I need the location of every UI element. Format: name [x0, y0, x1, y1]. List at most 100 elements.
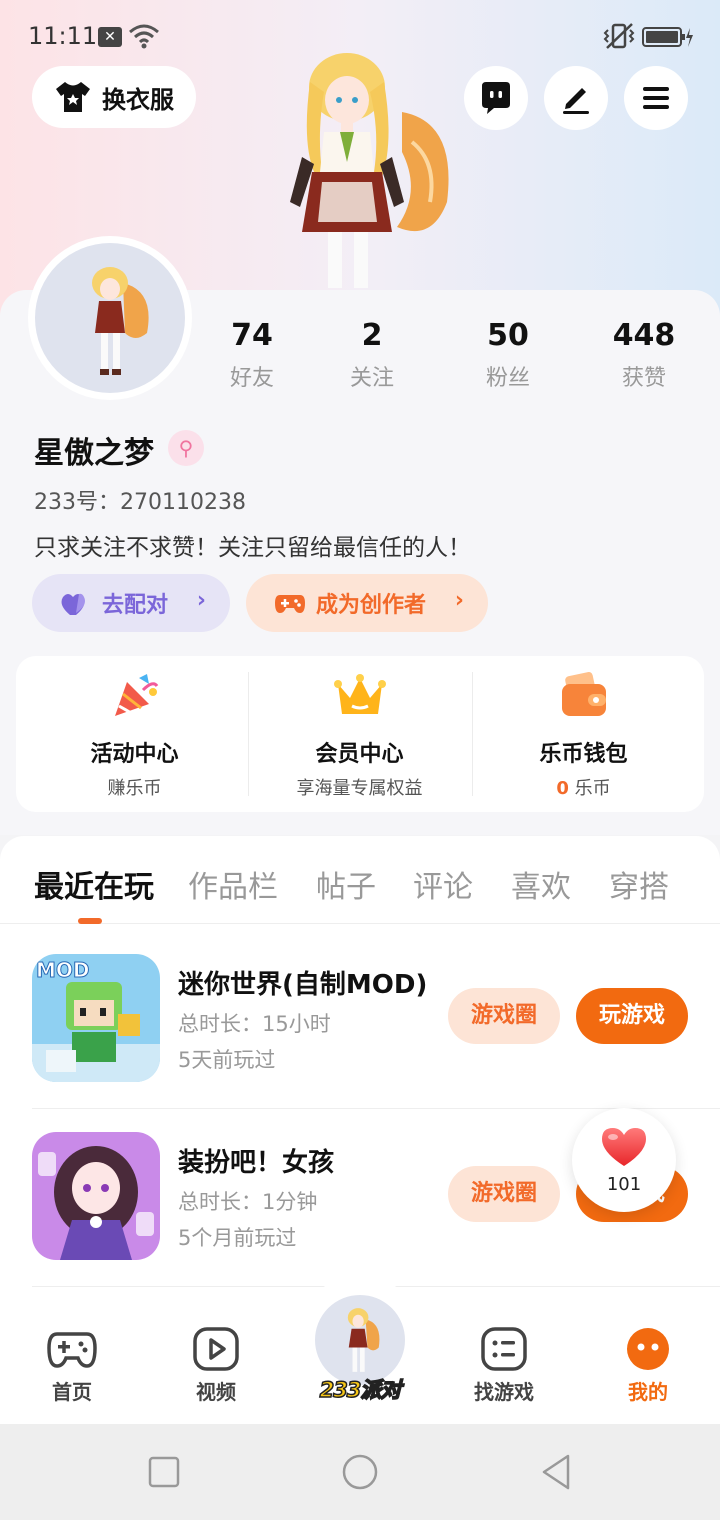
change-outfit-button[interactable]: 换衣服: [32, 66, 196, 128]
active-tab-indicator: [78, 918, 102, 924]
coin-balance: 0: [556, 778, 569, 799]
vip-center-title: 会员中心: [315, 742, 404, 767]
status-time: 11:11: [28, 22, 98, 50]
party-popper-icon: [115, 674, 159, 716]
crown-icon: [334, 674, 386, 714]
activity-center-entry[interactable]: 活动中心 赚乐币: [20, 656, 249, 812]
stat-label: 获赞: [621, 366, 666, 391]
tab-posts[interactable]: 帖子: [316, 862, 376, 906]
nav-find-games-label: 找游戏: [474, 1380, 534, 1404]
user-id: 233号：270110238: [34, 490, 246, 515]
become-creator-button[interactable]: 成为创作者 ›: [246, 574, 488, 632]
back-triangle-icon[interactable]: [536, 1452, 576, 1492]
activity-center-title: 活动中心: [90, 742, 179, 767]
chat-button[interactable]: [464, 66, 528, 130]
chevron-right-icon: ›: [196, 588, 206, 613]
party-label[interactable]: 233派对: [312, 1374, 408, 1404]
nav-me[interactable]: 我的: [598, 1318, 698, 1408]
female-gender-icon: ⚲: [168, 430, 204, 466]
nav-me-label: 我的: [628, 1380, 668, 1404]
tab-recently-played[interactable]: 最近在玩: [34, 862, 154, 906]
game-list-icon: [481, 1327, 527, 1371]
wifi-icon: [129, 24, 159, 49]
tab-works[interactable]: 作品栏: [188, 862, 278, 906]
stat-value: 2: [361, 318, 383, 353]
quick-entry-card: 活动中心 赚乐币 会员中心 享海量专属权益 乐币钱包 0 乐币: [16, 656, 704, 812]
party-avatar-figure: [347, 1308, 380, 1372]
edit-profile-button[interactable]: [544, 66, 608, 130]
change-outfit-label: 换衣服: [102, 85, 174, 114]
tshirt-icon: [56, 82, 90, 112]
coin-unit: 乐币: [574, 778, 611, 799]
edit-pen-icon: [563, 88, 589, 114]
stat-likes[interactable]: 448 获赞: [584, 316, 704, 392]
game-total-time: 总时长：15小时: [178, 1012, 331, 1036]
vip-center-entry[interactable]: 会员中心 享海量专属权益: [245, 656, 474, 812]
heart-icon: [602, 1128, 646, 1166]
game-circle-button[interactable]: 游戏圈: [448, 1166, 560, 1222]
avatar-image: [35, 243, 185, 393]
stat-fans[interactable]: 50 粉丝: [448, 316, 568, 392]
video-play-icon: [193, 1327, 239, 1371]
coin-wallet-subtitle: 0 乐币: [469, 774, 698, 800]
tab-outfits[interactable]: 穿搭: [609, 862, 669, 906]
recent-apps-icon[interactable]: [144, 1452, 184, 1492]
stat-label: 关注: [349, 366, 394, 391]
game-name: 迷你世界(自制MOD): [178, 970, 428, 1000]
stat-value: 50: [487, 318, 529, 353]
coin-wallet-title: 乐币钱包: [539, 742, 628, 767]
stat-label: 粉丝: [485, 366, 530, 391]
match-label: 去配对: [102, 593, 169, 618]
stat-label: 好友: [229, 366, 274, 391]
game-last-played: 5天前玩过: [178, 1048, 276, 1072]
activity-center-subtitle: 赚乐币: [107, 778, 162, 799]
nav-find-games[interactable]: 找游戏: [454, 1318, 554, 1408]
game-last-played: 5个月前玩过: [178, 1226, 297, 1250]
match-button[interactable]: 去配对 ›: [32, 574, 230, 632]
avatar-figure: [92, 267, 149, 375]
game-total-time: 总时长：1分钟: [178, 1190, 318, 1214]
game-icon-dress-up-girl: [32, 1132, 160, 1260]
notification-icon: ✕: [98, 27, 122, 47]
tab-comments[interactable]: 评论: [413, 862, 473, 906]
game-name: 装扮吧！女孩: [178, 1148, 335, 1178]
nav-video-label: 视频: [196, 1380, 236, 1404]
mod-badge: MOD: [36, 958, 91, 983]
nav-home-label: 首页: [52, 1380, 92, 1404]
stat-friends[interactable]: 74 好友: [192, 316, 312, 392]
system-nav-bar: [0, 1424, 720, 1520]
become-creator-label: 成为创作者: [316, 593, 427, 618]
stat-value: 448: [612, 318, 676, 353]
avatar[interactable]: [28, 236, 192, 400]
gamepad-icon: [47, 1332, 97, 1368]
home-circle-icon[interactable]: [340, 1452, 380, 1492]
stat-following[interactable]: 2 关注: [312, 316, 432, 392]
nav-home[interactable]: 首页: [22, 1318, 122, 1408]
profile-stats: 74 好友 2 关注 50 粉丝 448 获赞: [190, 316, 720, 396]
nav-video[interactable]: 视频: [166, 1318, 266, 1408]
profile-tabs: 最近在玩 作品栏 帖子 评论 喜欢 穿搭: [0, 836, 720, 924]
stat-value: 74: [231, 318, 273, 353]
like-count: 101: [606, 1174, 642, 1195]
user-bio: 只求关注不求赞！关注只留给最信任的人！: [34, 535, 471, 561]
menu-button[interactable]: [624, 66, 688, 130]
chat-bubble-icon: [482, 82, 510, 114]
profile-face-icon: [627, 1328, 669, 1370]
gamepad-icon: [275, 595, 305, 613]
game-circle-button[interactable]: 游戏圈: [448, 988, 560, 1044]
game-row[interactable]: MOD 迷你世界(自制MOD) 总时长：15小时 5天前玩过 游戏圈 玩游戏: [32, 932, 720, 1108]
game-icon-mini-world: MOD: [32, 954, 160, 1082]
tab-likes[interactable]: 喜欢: [511, 862, 571, 906]
heart-pair-icon: [61, 593, 85, 615]
wallet-icon: [562, 672, 606, 716]
avatar-character-figure[interactable]: [262, 52, 462, 290]
coin-wallet-entry[interactable]: 乐币钱包 0 乐币: [469, 656, 698, 812]
vip-center-subtitle: 享海量专属权益: [296, 778, 423, 799]
menu-icon: [643, 87, 669, 109]
floating-like-button[interactable]: 101: [572, 1108, 676, 1212]
battery-icon: [642, 27, 693, 47]
play-game-button[interactable]: 玩游戏: [576, 988, 688, 1044]
vibrate-icon: [603, 23, 635, 49]
username: 星傲之梦: [34, 436, 154, 471]
chevron-right-icon: ›: [454, 588, 464, 613]
